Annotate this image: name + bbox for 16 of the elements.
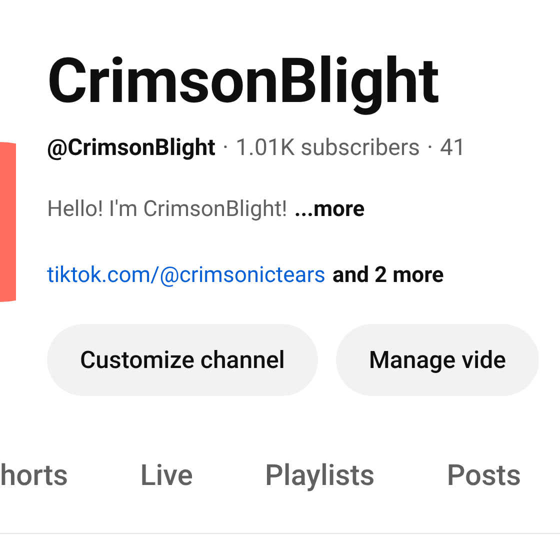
video-count: 41 [440, 133, 466, 163]
channel-button[interactable]: Customize channel [47, 324, 318, 396]
channel-tab[interactable]: Playlists [264, 458, 375, 494]
more-links-link[interactable]: and 2 more [332, 260, 444, 292]
channel-tab[interactable]: Live [140, 458, 193, 494]
channel-tab[interactable]: horts [0, 458, 68, 494]
more-link[interactable]: ...more [294, 194, 365, 226]
separator-text: · [427, 133, 434, 163]
channel-handle: @CrimsonBlight [47, 133, 216, 163]
tiktok-link[interactable]: tiktok.com/@crimsonictears [47, 260, 326, 292]
subscriber-count: 1.01K subscribers [235, 133, 420, 163]
channel-tab[interactable]: Posts [446, 458, 522, 494]
channel-name: CrimsonBlight [47, 44, 440, 120]
channel-description: Hello! I'm CrimsonBlight! [47, 196, 288, 224]
separator-text: · [222, 133, 228, 163]
channel-button[interactable]: Manage vide [336, 324, 539, 396]
